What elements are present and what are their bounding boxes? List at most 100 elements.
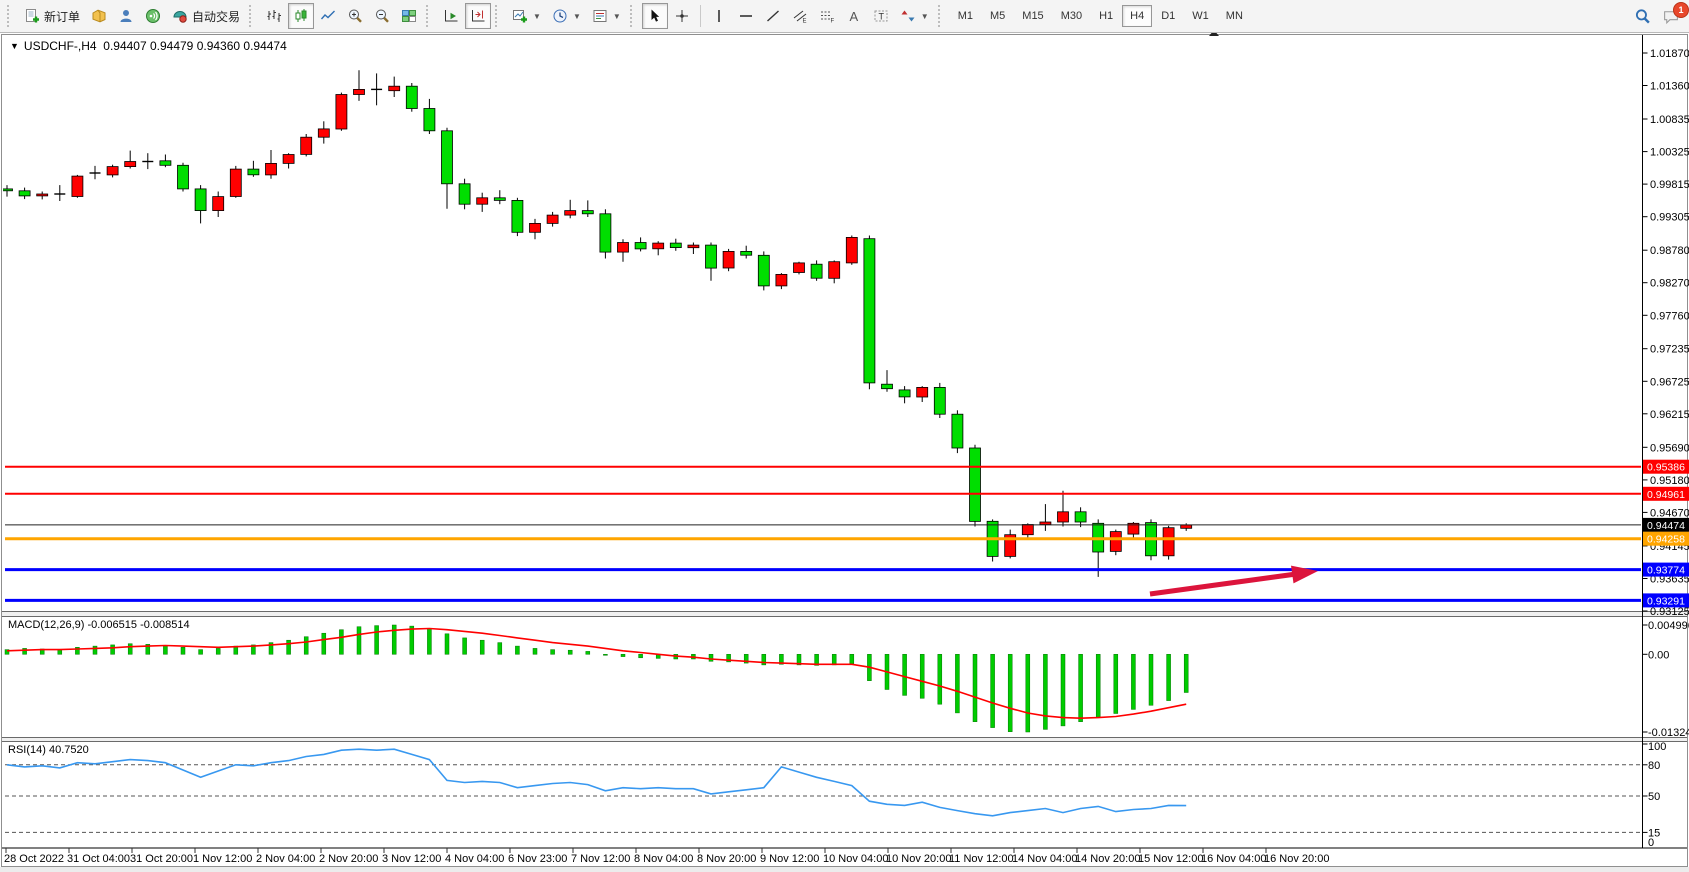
autotrading-label: 自动交易 xyxy=(192,8,240,25)
time-axis-label: 8 Nov 04:00 xyxy=(634,853,693,865)
macd-histogram-bar xyxy=(75,647,79,654)
candle-down xyxy=(2,189,13,191)
candle-up xyxy=(653,243,664,249)
autotrading-icon xyxy=(172,8,188,24)
candle-up xyxy=(1022,525,1033,535)
equidistant-channel-button[interactable]: E xyxy=(787,3,813,29)
auto-scroll-button[interactable] xyxy=(438,3,464,29)
pane-separator[interactable] xyxy=(2,612,1687,617)
channel-icon: E xyxy=(792,8,808,24)
timeframe-button-M5[interactable]: M5 xyxy=(982,5,1013,27)
text-label-button[interactable]: T xyxy=(868,3,894,29)
macd-histogram-bar xyxy=(1061,654,1065,726)
search-icon xyxy=(1634,8,1651,25)
autotrading-button[interactable]: 自动交易 xyxy=(167,3,245,29)
price-line-box-label: 0.93291 xyxy=(1647,595,1685,607)
candle-down xyxy=(1146,523,1157,556)
line-chart-button[interactable] xyxy=(315,3,341,29)
timeframe-button-M15[interactable]: M15 xyxy=(1014,5,1051,27)
cursor-icon xyxy=(647,8,663,24)
price-axis-label: 1.00835 xyxy=(1650,114,1689,126)
periods-button[interactable]: ▼ xyxy=(547,3,586,29)
candle-down xyxy=(248,169,259,175)
timeframe-button-H4[interactable]: H4 xyxy=(1122,5,1152,27)
candle-down xyxy=(406,86,417,108)
candle-up xyxy=(336,95,347,130)
arrows-button[interactable]: ▼ xyxy=(895,3,934,29)
price-axis-label: 0.93125 xyxy=(1650,606,1689,618)
toolbar-grip xyxy=(938,5,946,27)
market-watch-button[interactable] xyxy=(86,3,112,29)
community-button[interactable] xyxy=(113,3,139,29)
templates-button[interactable]: ▼ xyxy=(587,3,626,29)
trendline-button[interactable] xyxy=(760,3,786,29)
bar-chart-button[interactable] xyxy=(261,3,287,29)
price-line-box-label: 0.95386 xyxy=(1647,462,1685,474)
macd-histogram-bar xyxy=(533,648,537,654)
macd-signal-line xyxy=(7,629,1186,719)
candle-up xyxy=(213,197,224,211)
candle-down xyxy=(160,161,171,166)
time-axis-label: 6 Nov 23:00 xyxy=(508,853,567,865)
search-button[interactable] xyxy=(1629,3,1656,29)
chart-shift-button[interactable] xyxy=(465,3,491,29)
timeframe-button-W1[interactable]: W1 xyxy=(1184,5,1217,27)
macd-histogram-bar xyxy=(463,638,467,654)
chevron-down-icon: ▼ xyxy=(533,12,541,21)
new-chart-button[interactable]: ▼ xyxy=(507,3,546,29)
crosshair-button[interactable] xyxy=(669,3,695,29)
candle-up xyxy=(1040,522,1051,525)
chart-canvas: 1.018701.013601.008351.003250.998150.993… xyxy=(0,0,1689,872)
macd-histogram-bar xyxy=(955,654,959,713)
signal-button[interactable] xyxy=(140,3,166,29)
cursor-button[interactable] xyxy=(642,3,668,29)
signal-icon xyxy=(145,8,161,24)
timeframe-button-M1[interactable]: M1 xyxy=(950,5,981,27)
fibonacci-button[interactable]: F xyxy=(814,3,840,29)
zoom-in-button[interactable] xyxy=(342,3,368,29)
macd-histogram-bar xyxy=(639,654,643,658)
time-axis-label: 10 Nov 20:00 xyxy=(886,853,951,865)
price-axis-label: 0.96725 xyxy=(1650,376,1689,388)
new-order-button[interactable]: 新订单 xyxy=(19,3,85,29)
macd-histogram-bar xyxy=(1079,654,1083,721)
vertical-line-button[interactable] xyxy=(706,3,732,29)
candle-up xyxy=(37,194,48,196)
tile-windows-button[interactable] xyxy=(396,3,422,29)
price-axis-label: 0.95690 xyxy=(1650,442,1689,454)
macd-histogram-bar xyxy=(1096,654,1100,717)
bar-chart-icon xyxy=(266,8,282,24)
candle-down xyxy=(899,390,910,397)
macd-histogram-bar xyxy=(903,654,907,695)
market-watch-icon xyxy=(91,8,107,24)
macd-histogram-bar xyxy=(674,654,678,659)
annotation-arrow-head[interactable] xyxy=(1291,566,1318,584)
macd-histogram-bar xyxy=(111,645,115,654)
horizontal-line-button[interactable] xyxy=(733,3,759,29)
arrows-icon xyxy=(900,8,916,24)
candlestick-chart-button[interactable] xyxy=(288,3,314,29)
timeframe-button-MN[interactable]: MN xyxy=(1218,5,1251,27)
chart-window-frame xyxy=(2,35,1688,867)
pane-separator[interactable] xyxy=(2,738,1687,742)
timeframe-button-H1[interactable]: H1 xyxy=(1091,5,1121,27)
zoom-out-button[interactable] xyxy=(369,3,395,29)
rsi-axis-label: 0 xyxy=(1648,837,1654,849)
chart-dropdown-marker-icon: ▼ xyxy=(10,41,19,51)
time-axis-label: 31 Oct 04:00 xyxy=(67,853,130,865)
trendline-icon xyxy=(765,8,781,24)
timeframe-button-M30[interactable]: M30 xyxy=(1053,5,1090,27)
text-button[interactable]: A xyxy=(841,3,867,29)
candle-up xyxy=(547,215,558,223)
macd-histogram-bar xyxy=(867,654,871,680)
chart-ohlc-values: 0.94407 0.94479 0.94360 0.94474 xyxy=(103,39,287,53)
macd-histogram-bar xyxy=(991,654,995,727)
candle-up xyxy=(1058,512,1069,522)
annotation-arrow-shaft[interactable] xyxy=(1150,574,1296,594)
timeframe-button-D1[interactable]: D1 xyxy=(1153,5,1183,27)
macd-histogram-bar xyxy=(832,654,836,665)
candle-down xyxy=(864,239,875,383)
time-axis-label: 31 Oct 20:00 xyxy=(130,853,193,865)
macd-histogram-bar xyxy=(762,654,766,665)
zoom-in-icon xyxy=(347,8,363,24)
